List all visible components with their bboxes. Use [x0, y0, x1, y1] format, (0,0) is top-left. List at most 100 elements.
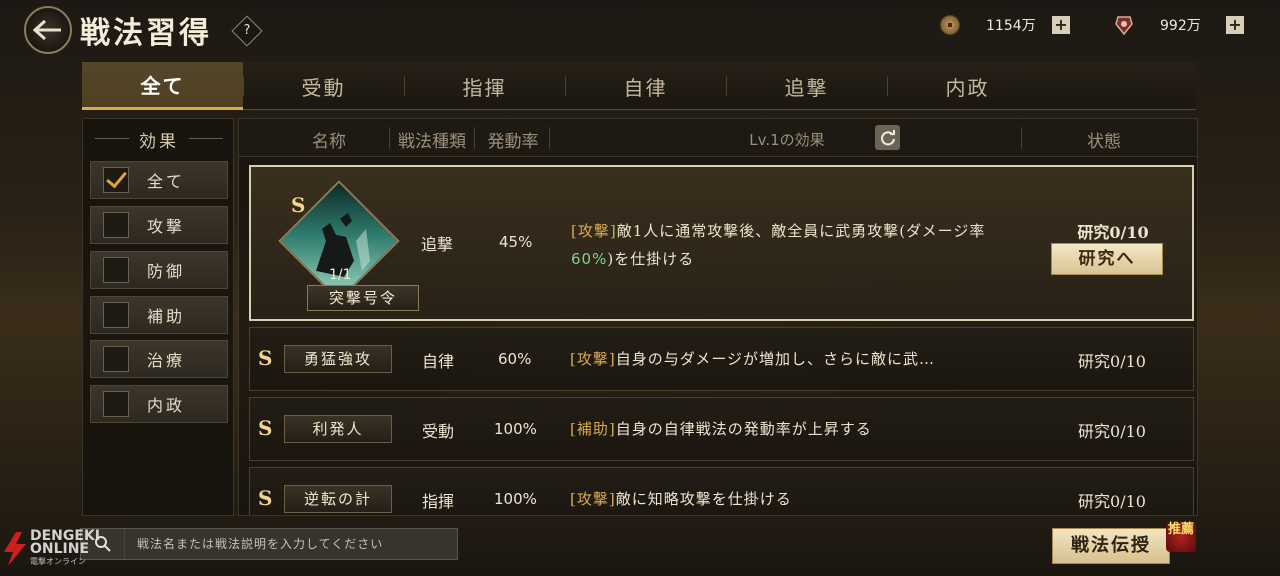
table-row[interactable]: S 勇猛強攻 自律 60% [攻撃]自身の与ダメージが増加し、さらに敵に武… 研… — [249, 327, 1194, 391]
refresh-icon — [880, 129, 895, 145]
header-effect: Lv.1の効果 — [749, 131, 825, 149]
tab-active[interactable]: 自律 — [565, 62, 726, 110]
checkbox-checked[interactable] — [103, 167, 129, 193]
tactic-icon[interactable]: 1/1 突撃号令 — [278, 180, 419, 311]
filter-item-heal[interactable]: 治療 — [90, 340, 228, 378]
research-status: 研究0/10 — [1078, 352, 1146, 371]
effect-text-end: )を仕掛ける — [607, 250, 695, 268]
tactic-name: 勇猛強攻 — [284, 345, 392, 373]
activation-rate: 100% — [494, 490, 537, 508]
header-name: 名称 — [312, 132, 346, 152]
table-header: 名称 戦法種類 発動率 Lv.1の効果 状態 — [239, 119, 1197, 157]
gem-amount: 992万 — [1160, 18, 1201, 34]
effect-tag: [攻撃] — [571, 222, 617, 240]
research-button[interactable]: 研究へ — [1051, 243, 1163, 275]
damage-rate-value: 60% — [571, 250, 608, 268]
divider — [1021, 127, 1022, 149]
arrow-left-icon — [33, 19, 61, 41]
effect-description: [攻撃]敵に知略攻撃を仕掛ける — [570, 485, 1020, 513]
search-bar — [80, 528, 458, 560]
filter-label: 補助 — [147, 307, 186, 326]
tactic-name: 突撃号令 — [307, 285, 419, 311]
effect-filter-panel: 効果 全て 攻撃 防御 補助 治療 内政 — [82, 118, 234, 516]
filter-item-all[interactable]: 全て — [90, 161, 228, 199]
activation-rate: 45% — [499, 233, 533, 251]
effect-tag: [補助] — [570, 420, 616, 438]
effect-text: 敵に知略攻撃を仕掛ける — [615, 490, 792, 508]
filter-title: 効果 — [139, 132, 179, 152]
header-status: 状態 — [1087, 132, 1121, 152]
checkbox[interactable] — [103, 391, 129, 417]
research-status: 研究0/10 — [1077, 223, 1149, 242]
tactics-table: 名称 戦法種類 発動率 Lv.1の効果 状態 S 1/1 突撃号令 追撃 45%… — [238, 118, 1198, 516]
effect-text: 自身の自律戦法の発動率が上昇する — [615, 420, 872, 438]
refresh-button[interactable] — [875, 125, 900, 150]
watermark-subtext: 電撃オンライン — [30, 557, 86, 566]
effect-description: [攻撃]自身の与ダメージが増加し、さらに敵に武… — [570, 345, 1020, 373]
filter-label: 治療 — [147, 351, 186, 370]
filter-item-support[interactable]: 補助 — [90, 296, 228, 334]
table-row[interactable]: S 1/1 突撃号令 追撃 45% [攻撃]敵1人に通常攻撃後、敵全員に武勇攻撃… — [249, 165, 1194, 321]
activation-rate: 60% — [498, 350, 532, 368]
table-row[interactable]: S 逆転の計 指揮 100% [攻撃]敵に知略攻撃を仕掛ける 研究0/10 — [249, 467, 1194, 515]
effect-tag: [攻撃] — [570, 350, 616, 368]
tactic-portrait-icon — [278, 180, 400, 302]
tab-internal[interactable]: 内政 — [887, 62, 1048, 110]
add-coins-button[interactable]: + — [1052, 16, 1070, 34]
tactic-type: 追撃 — [421, 235, 454, 254]
divider — [549, 127, 550, 149]
search-input[interactable] — [125, 529, 457, 559]
checkbox[interactable] — [103, 302, 129, 328]
recommend-badge: 推薦 — [1166, 522, 1196, 552]
checkbox[interactable] — [103, 257, 129, 283]
grade-badge: S — [258, 416, 273, 440]
table-row[interactable]: S 利発人 受動 100% [補助]自身の自律戦法の発動率が上昇する 研究0/1… — [249, 397, 1194, 461]
divider — [189, 138, 223, 139]
help-button[interactable]: ? — [231, 15, 263, 47]
tactic-type: 指揮 — [422, 492, 455, 511]
site-watermark: DENGEKI ONLINE 電撃オンライン — [2, 529, 100, 567]
activation-rate: 100% — [494, 420, 537, 438]
back-button[interactable] — [24, 6, 72, 54]
checkbox[interactable] — [103, 346, 129, 372]
add-gems-button[interactable]: + — [1226, 16, 1244, 34]
teach-tactic-button[interactable]: 戦法伝授 — [1052, 528, 1170, 564]
coin-currency: 1154万 + — [940, 12, 1070, 38]
coin-icon — [940, 15, 960, 35]
divider — [389, 127, 390, 149]
help-icon: ? — [243, 23, 251, 38]
category-tabs: 全て 受動 指揮 自律 追撃 内政 — [82, 62, 1196, 110]
divider — [474, 127, 475, 149]
filter-item-attack[interactable]: 攻撃 — [90, 206, 228, 244]
filter-item-internal[interactable]: 内政 — [90, 385, 228, 423]
watermark-text-bottom: ONLINE — [30, 541, 90, 557]
tactic-type: 自律 — [422, 352, 455, 371]
lightning-logo-icon — [4, 531, 26, 566]
jade-token-icon — [1115, 16, 1133, 36]
research-status: 研究0/10 — [1078, 492, 1146, 511]
filter-label: 攻撃 — [147, 217, 186, 236]
effect-text: 敵1人に通常攻撃後、敵全員に武勇攻撃(ダメージ率 — [616, 222, 986, 240]
filter-item-defense[interactable]: 防御 — [90, 251, 228, 289]
tactic-type: 受動 — [422, 422, 455, 441]
filter-label: 内政 — [147, 396, 186, 415]
page-title: 戦法習得 — [80, 16, 212, 51]
tab-pursuit[interactable]: 追撃 — [726, 62, 887, 110]
header-rate: 発動率 — [487, 132, 539, 152]
gem-currency: 992万 + — [1114, 12, 1244, 38]
effect-description: [攻撃]敵1人に通常攻撃後、敵全員に武勇攻撃(ダメージ率 60%)を仕掛ける — [571, 217, 1021, 273]
tactic-name: 利発人 — [284, 415, 392, 443]
coin-amount: 1154万 — [986, 18, 1036, 34]
filter-label: 全て — [147, 172, 186, 191]
tactic-level: 1/1 — [329, 267, 352, 283]
research-status: 研究0/10 — [1078, 422, 1146, 441]
filter-label: 防御 — [147, 262, 186, 281]
checkbox[interactable] — [103, 212, 129, 238]
header-type: 戦法種類 — [398, 132, 466, 152]
tab-all[interactable]: 全て — [82, 62, 243, 110]
effect-tag: [攻撃] — [570, 490, 616, 508]
tab-command[interactable]: 指揮 — [404, 62, 565, 110]
effect-text: 自身の与ダメージが増加し、さらに敵に武… — [615, 350, 935, 368]
tab-passive[interactable]: 受動 — [243, 62, 404, 110]
effect-description: [補助]自身の自律戦法の発動率が上昇する — [570, 415, 1020, 443]
